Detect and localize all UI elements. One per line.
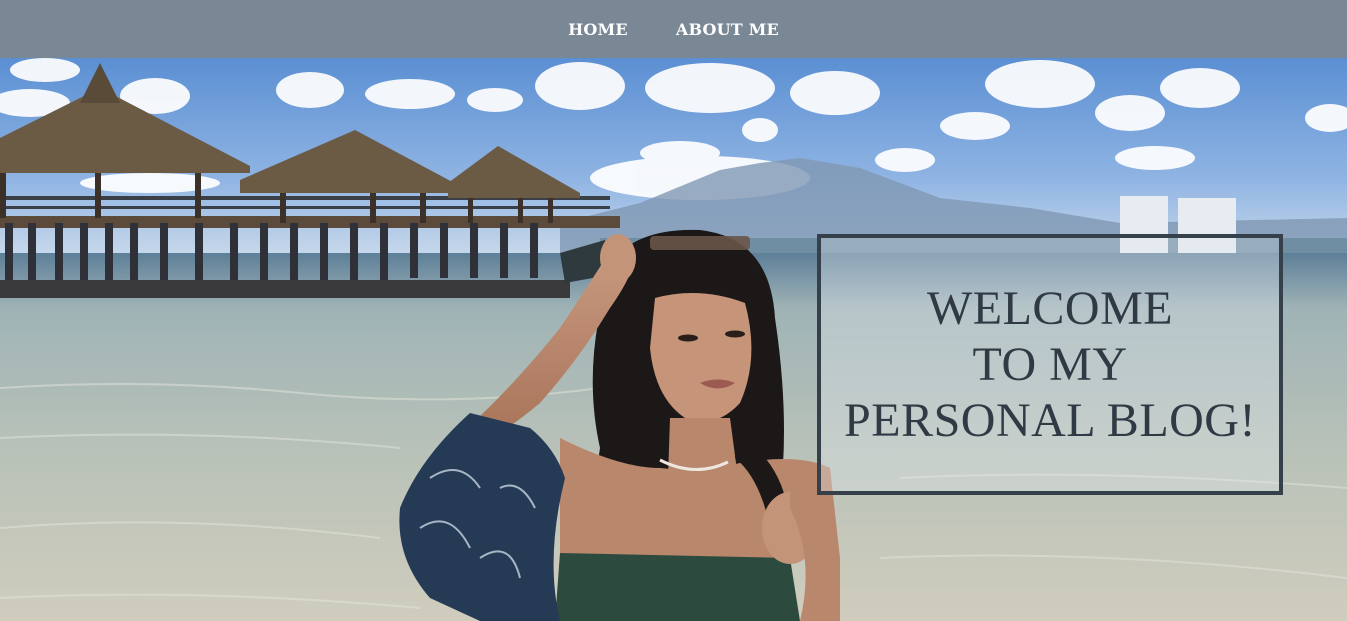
nav-home-link[interactable]: HOME [568,20,628,39]
welcome-box: WELCOME TO MY PERSONAL BLOG! [817,234,1283,495]
welcome-line-3: PERSONAL BLOG! [844,393,1256,447]
welcome-line-1: WELCOME [926,281,1174,335]
top-navbar: HOME ABOUT ME [0,0,1347,58]
welcome-line-2: TO MY [972,337,1128,391]
nav-about-link[interactable]: ABOUT ME [676,20,779,39]
hero-section: WELCOME TO MY PERSONAL BLOG! [0,58,1347,621]
